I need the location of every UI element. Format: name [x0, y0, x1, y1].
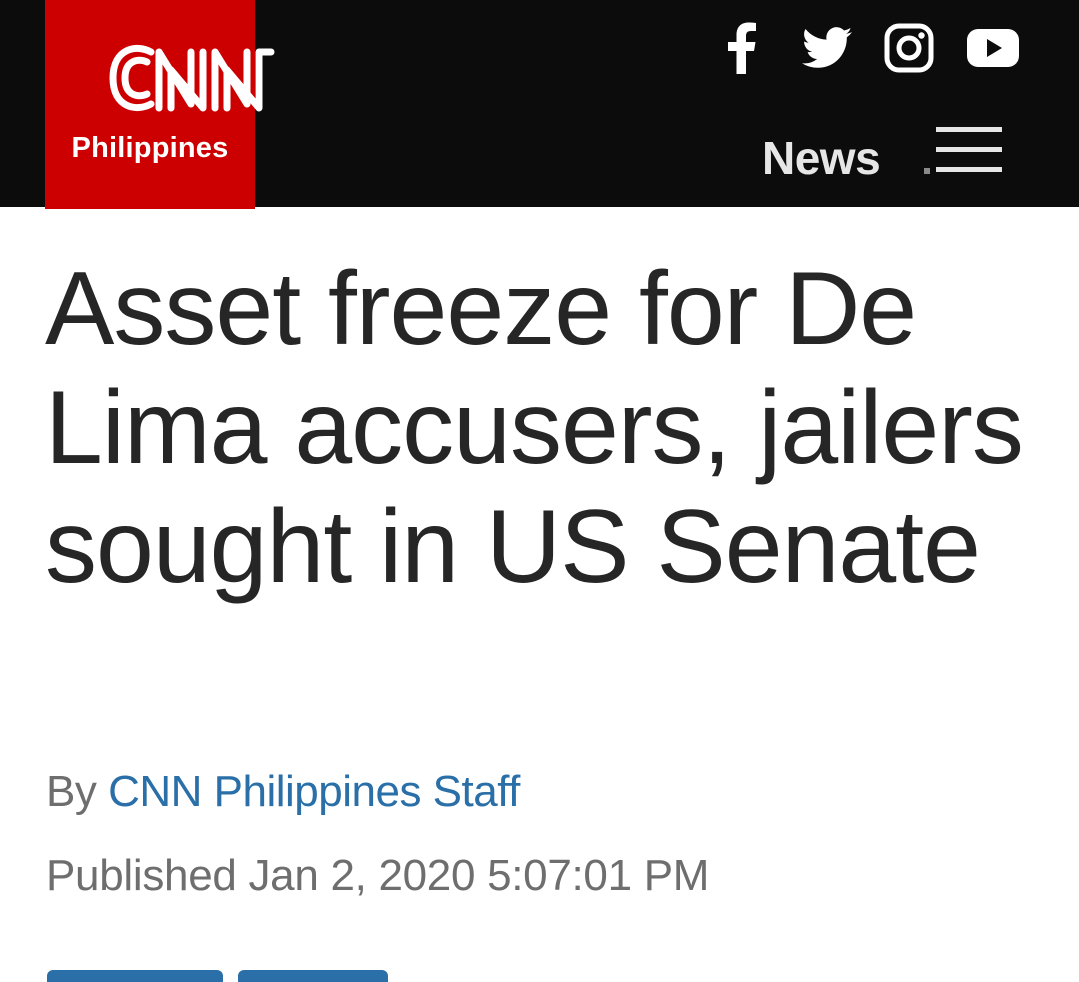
- publish-date: Published Jan 2, 2020 5:07:01 PM: [46, 851, 710, 900]
- site-header: Philippines News: [0, 0, 1079, 209]
- category-tag[interactable]: [47, 970, 223, 982]
- instagram-icon[interactable]: [883, 22, 935, 74]
- hamburger-menu-icon[interactable]: [922, 124, 1004, 176]
- logo-edition-label: Philippines: [71, 132, 229, 164]
- facebook-icon[interactable]: [718, 22, 764, 74]
- author-link[interactable]: CNN Philippines Staff: [108, 767, 520, 816]
- cnn-logo-mark: [109, 45, 275, 112]
- nav-section-news[interactable]: News: [762, 130, 881, 186]
- youtube-icon[interactable]: [966, 22, 1020, 74]
- category-tag[interactable]: [238, 970, 388, 982]
- twitter-icon[interactable]: [800, 22, 854, 74]
- article-byline: By CNN Philippines Staff: [46, 764, 520, 820]
- byline-prefix: By: [46, 767, 97, 816]
- article-headline: Asset freeze for De Lima accusers, jaile…: [45, 251, 1024, 605]
- cnn-philippines-logo[interactable]: Philippines: [45, 0, 275, 209]
